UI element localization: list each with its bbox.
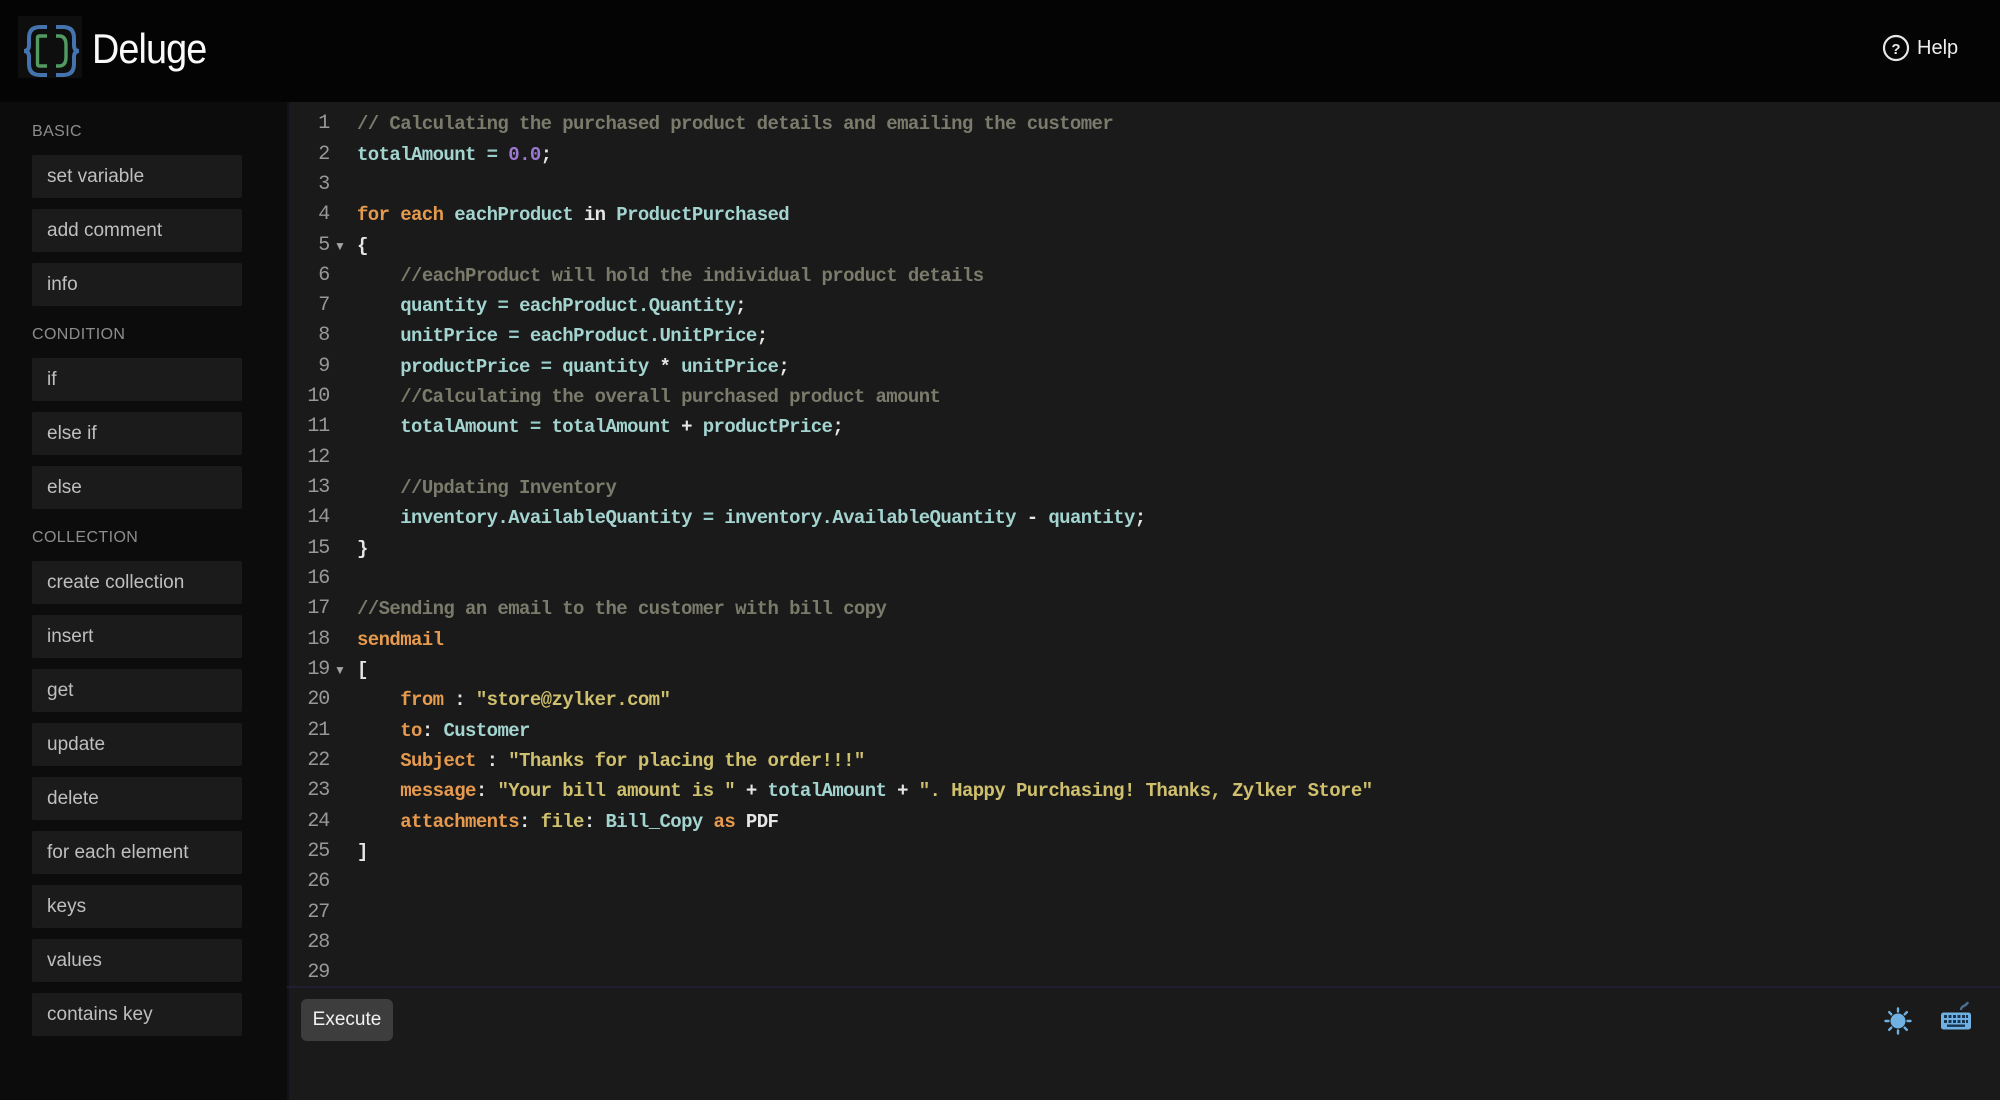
svg-text:?: ? xyxy=(1891,41,1900,58)
